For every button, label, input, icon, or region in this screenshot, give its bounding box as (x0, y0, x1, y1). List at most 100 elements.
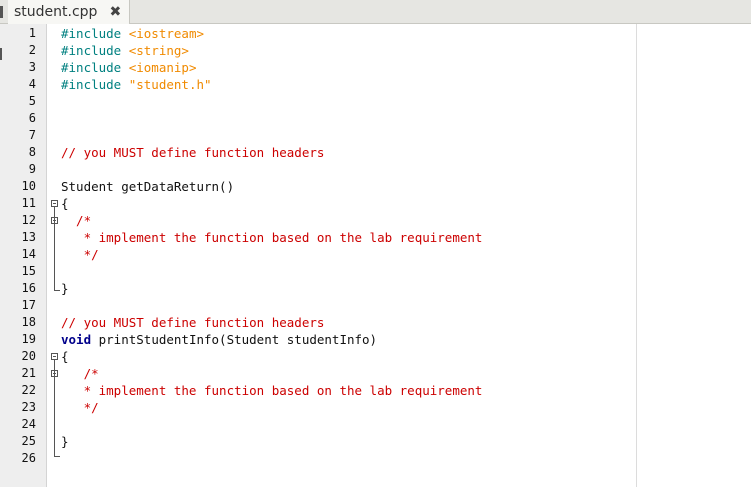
code-line[interactable]: 21 /* (0, 365, 751, 382)
code-token: <iostream> (128, 26, 204, 41)
code-line[interactable]: 22 * implement the function based on the… (0, 382, 751, 399)
fold-guide (54, 360, 55, 456)
code-text: // you MUST define function headers (61, 314, 324, 331)
code-line[interactable]: 20 { (0, 348, 751, 365)
code-line[interactable]: 26 (0, 450, 751, 467)
code-line[interactable]: 11 { (0, 195, 751, 212)
code-text: #include <iostream> (61, 25, 204, 42)
code-line[interactable]: 13 * implement the function based on the… (0, 229, 751, 246)
code-line[interactable]: 7 (0, 127, 751, 144)
code-token: { (61, 196, 69, 211)
code-line[interactable]: 23 */ (0, 399, 751, 416)
code-text: * implement the function based on the la… (61, 229, 483, 246)
line-number: 6 (28, 111, 36, 125)
code-token: #include (61, 77, 129, 92)
code-line[interactable]: 8 // you MUST define function headers (0, 144, 751, 161)
code-line[interactable]: 14 */ (0, 246, 751, 263)
code-token: { (61, 349, 69, 364)
code-line[interactable]: 12 /* (0, 212, 751, 229)
code-token: // you MUST define function headers (61, 315, 325, 330)
code-text: * implement the function based on the la… (61, 382, 483, 399)
line-number: 2 (28, 43, 36, 57)
fold-toggle-icon[interactable] (51, 200, 58, 207)
code-token: #include (61, 43, 129, 58)
fold-guide (54, 207, 55, 290)
line-number: 16 (21, 281, 36, 295)
line-number: 9 (28, 162, 36, 176)
code-line[interactable]: 24 (0, 416, 751, 433)
code-token: /* (61, 213, 92, 228)
code-token: * implement the function based on the la… (61, 230, 483, 245)
code-line[interactable]: 6 (0, 110, 751, 127)
code-line[interactable]: 25} (0, 433, 751, 450)
line-number: 19 (21, 332, 36, 346)
close-icon[interactable]: ✖ (109, 4, 121, 20)
fold-end (54, 290, 60, 291)
code-token: * implement the function based on the la… (61, 383, 483, 398)
line-number: 22 (21, 383, 36, 397)
code-text: #include <iomanip> (61, 59, 196, 76)
line-number: 24 (21, 417, 36, 431)
code-line[interactable]: 18 // you MUST define function headers (0, 314, 751, 331)
code-line[interactable]: 19 void printStudentInfo(Student studentI… (0, 331, 751, 348)
line-number: 13 (21, 230, 36, 244)
code-line[interactable]: 9 (0, 161, 751, 178)
code-line[interactable]: 15 (0, 263, 751, 280)
fold-toggle-icon[interactable] (51, 353, 58, 360)
line-number: 20 (21, 349, 36, 363)
code-token: #include (61, 60, 129, 75)
code-editor[interactable]: 1 #include <iostream> 2 #include <string> 3 #… (0, 24, 751, 487)
code-token: <iomanip> (128, 60, 197, 75)
code-token: */ (61, 247, 99, 262)
code-token: void (61, 332, 92, 347)
code-line[interactable]: 10 Student getDataReturn() (0, 178, 751, 195)
line-number: 21 (21, 366, 36, 380)
code-token: printStudentInfo(Student studentInfo) (91, 332, 378, 347)
line-number: 25 (21, 434, 36, 448)
code-text: #include <string> (61, 42, 189, 59)
line-number: 15 (21, 264, 36, 278)
line-number: 23 (21, 400, 36, 414)
line-number: 26 (21, 451, 36, 465)
tab-title: student.cpp (14, 4, 98, 20)
line-number: 11 (21, 196, 36, 210)
tab-student-cpp[interactable]: student.cpp ✖ (8, 0, 131, 24)
line-number: 4 (28, 77, 36, 91)
code-token: "student.h" (128, 77, 212, 92)
code-text: } (61, 280, 69, 297)
code-line[interactable]: 17 (0, 297, 751, 314)
code-line[interactable]: 3 #include <iomanip> (0, 59, 751, 76)
code-token: */ (61, 400, 99, 415)
code-text: Student getDataReturn() (61, 178, 234, 195)
tab-scroll-marker (0, 6, 3, 18)
line-number: 18 (21, 315, 36, 329)
code-line[interactable]: 4 #include "student.h" (0, 76, 751, 93)
line-number: 1 (28, 26, 36, 40)
line-number: 14 (21, 247, 36, 261)
code-token: /* (61, 366, 99, 381)
code-text: // you MUST define function headers (61, 144, 324, 161)
code-text: */ (61, 246, 99, 263)
code-text: { (61, 348, 69, 365)
code-token: // you MUST define function headers (61, 145, 325, 160)
code-text: } (61, 433, 69, 450)
fold-end (54, 456, 60, 457)
code-text: #include "student.h" (61, 76, 212, 93)
code-text: /* (61, 212, 91, 229)
code-text: { (61, 195, 69, 212)
code-text: /* (61, 365, 99, 382)
code-line[interactable]: 2 #include <string> (0, 42, 751, 59)
code-token: <string> (128, 43, 189, 58)
code-token: Student getDataReturn() (61, 179, 235, 194)
line-number: 10 (21, 179, 36, 193)
line-number: 7 (28, 128, 36, 142)
code-line[interactable]: 16} (0, 280, 751, 297)
code-line[interactable]: 1 #include <iostream> (0, 25, 751, 42)
code-token: #include (61, 26, 129, 41)
line-number: 12 (21, 213, 36, 227)
code-token: } (61, 434, 69, 449)
code-line[interactable]: 5 (0, 93, 751, 110)
line-number: 17 (21, 298, 36, 312)
line-number: 3 (28, 60, 36, 74)
line-number: 8 (28, 145, 36, 159)
